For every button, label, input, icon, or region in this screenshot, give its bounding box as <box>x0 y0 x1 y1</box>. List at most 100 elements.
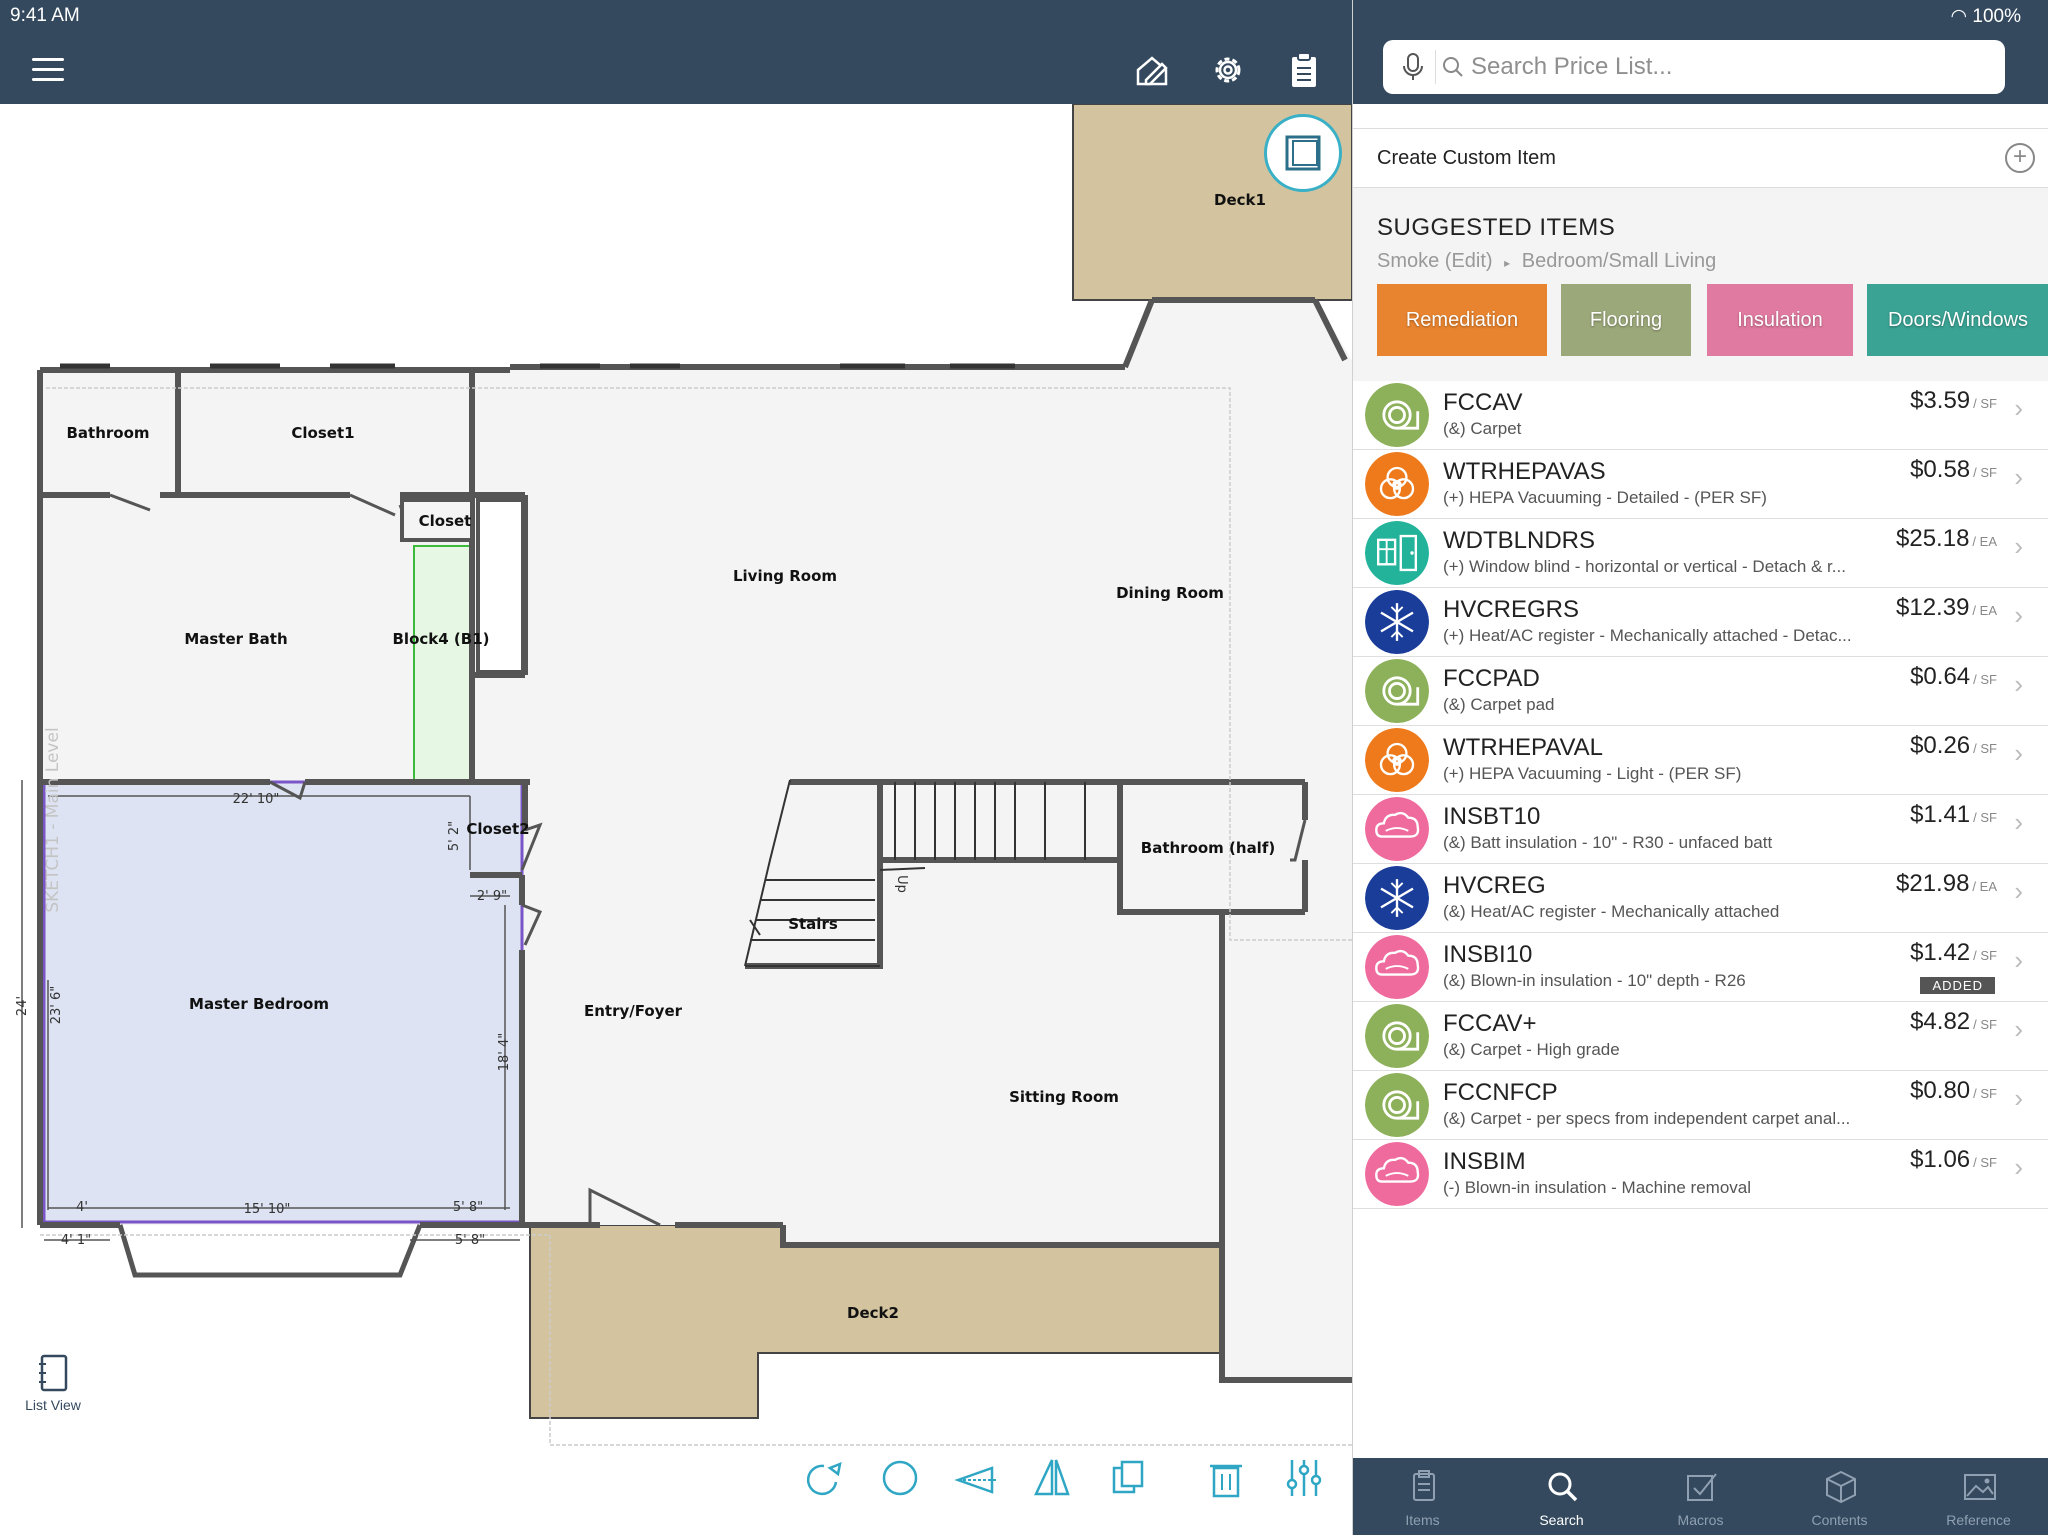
battery-status: ◠ 100% <box>1951 5 2021 28</box>
item-unit: SF <box>1980 1017 1997 1032</box>
compass-icon[interactable] <box>876 1454 924 1502</box>
dimension-label: 4' <box>76 1200 88 1215</box>
tab-search[interactable]: Search <box>1492 1458 1631 1535</box>
item-price: $12.39 <box>1896 594 1970 621</box>
tab-label: Items <box>1405 1512 1440 1528</box>
item-code: HVCREG <box>1443 872 1546 899</box>
item-unit: SF <box>1980 948 1997 963</box>
breadcrumb: Smoke (Edit) ▸ Bedroom/Small Living <box>1377 250 1716 273</box>
price-list-item-row[interactable]: WTRHEPAVAS (+) HEPA Vacuuming - Detailed … <box>1353 450 2048 519</box>
item-description: (&) Blown-in insulation - 10" depth - R2… <box>1443 971 1746 990</box>
search-box[interactable] <box>1383 40 2005 94</box>
price-list-item-row[interactable]: FCCPAD (&) Carpet pad $0.64/ SF › <box>1353 657 2048 726</box>
create-custom-item-row[interactable]: Create Custom Item + <box>1353 128 2048 188</box>
dimension-label: 15' 10" <box>244 1202 291 1217</box>
price-list-item-row[interactable]: INSBI10 (&) Blown-in insulation - 10" dep… <box>1353 933 2048 1002</box>
item-code: FCCAV <box>1443 389 1523 416</box>
block4-area[interactable] <box>413 545 471 781</box>
item-code: FCCPAD <box>1443 665 1540 692</box>
price-list-item-row[interactable]: HVCREGRS (+) Heat/AC register - Mechanica… <box>1353 588 2048 657</box>
microphone-icon[interactable] <box>1401 51 1425 83</box>
chevron-right-icon: › <box>2014 1014 2023 1044</box>
menu-icon[interactable] <box>32 58 64 82</box>
price-list-item-row[interactable]: HVCREG (&) Heat/AC register - Mechanicall… <box>1353 864 2048 933</box>
item-description: (&) Carpet - per specs from independent … <box>1443 1109 1851 1128</box>
category-tile-doors-windows[interactable]: Doors/Windows <box>1867 284 2048 356</box>
insulation-cloud-icon <box>1365 1142 1429 1206</box>
item-price: $0.58 <box>1910 456 1971 483</box>
biohazard-icon <box>1365 452 1429 516</box>
category-tile-insulation[interactable]: Insulation <box>1707 284 1853 356</box>
flip-horizontal-icon[interactable] <box>952 1454 1000 1502</box>
item-description: (+) HEPA Vacuuming - Detailed - (PER SF) <box>1443 488 1767 507</box>
item-description: (&) Carpet <box>1443 419 1522 438</box>
price-list-item-row[interactable]: INSBT10 (&) Batt insulation - 10" - R30 -… <box>1353 795 2048 864</box>
dimension-label: 24' <box>15 996 30 1016</box>
price-list-item-row[interactable]: FCCNFCP (&) Carpet - per specs from indep… <box>1353 1071 2048 1140</box>
clipboard-icon[interactable] <box>1284 50 1324 90</box>
copy-icon[interactable] <box>1104 1454 1152 1502</box>
list-view-label: List View <box>25 1397 81 1413</box>
room-label-living-room: Living Room <box>733 567 837 585</box>
carpet-icon <box>1365 659 1429 723</box>
edit-house-icon[interactable] <box>1132 50 1172 90</box>
list-view-button[interactable]: List View <box>18 1354 88 1413</box>
tab-macros[interactable]: Macros <box>1631 1458 1770 1535</box>
price-list-item-row[interactable]: WTRHEPAVAL (+) HEPA Vacuuming - Light - (… <box>1353 726 2048 795</box>
item-price: $1.06 <box>1910 1146 1971 1173</box>
rotate-icon[interactable] <box>800 1454 848 1502</box>
room-label-bathroom-half: Bathroom (half) <box>1141 839 1275 857</box>
item-price: $1.42 <box>1910 939 1971 966</box>
plus-icon[interactable]: + <box>2005 143 2035 173</box>
item-unit: SF <box>1980 672 1997 687</box>
price-list-item-row[interactable]: INSBIM (-) Blown-in insulation - Machine … <box>1353 1140 2048 1209</box>
price-list-item-row[interactable]: FCCAV+ (&) Carpet - High grade $4.82/ SF › <box>1353 1002 2048 1071</box>
price-list-item-row[interactable]: FCCAV (&) Carpet $3.59/ SF › <box>1353 381 2048 450</box>
category-tile-flooring[interactable]: Flooring <box>1561 284 1691 356</box>
chevron-right-icon: › <box>2014 738 2023 768</box>
room-label-deck1: Deck1 <box>1214 191 1266 209</box>
item-price-group: $25.18/ EA <box>1896 525 1997 552</box>
tab-reference[interactable]: Reference <box>1909 1458 2048 1535</box>
floor-view-button[interactable] <box>1264 114 1342 192</box>
item-unit: EA <box>1979 603 1997 618</box>
chevron-right-icon: › <box>2014 1152 2023 1182</box>
room-label-master-bedroom: Master Bedroom <box>189 995 329 1013</box>
tab-contents[interactable]: Contents <box>1770 1458 1909 1535</box>
item-price: $3.59 <box>1910 387 1971 414</box>
biohazard-icon <box>1365 728 1429 792</box>
chevron-right-icon: › <box>2014 462 2023 492</box>
item-price: $0.80 <box>1910 1077 1971 1104</box>
insulation-cloud-icon <box>1365 797 1429 861</box>
item-price: $0.26 <box>1910 732 1971 759</box>
category-tile-remediation[interactable]: Remediation <box>1377 284 1547 356</box>
dimension-label: 5' 2" <box>447 821 462 851</box>
tab-label: Contents <box>1811 1512 1868 1528</box>
carpet-icon <box>1365 1004 1429 1068</box>
floor-plan[interactable]: Deck1 Bathroom Closet1 Closet Living Roo… <box>0 104 1352 1535</box>
breadcrumb-item[interactable]: Smoke (Edit) <box>1377 250 1493 272</box>
trash-icon[interactable] <box>1202 1454 1250 1502</box>
sliders-icon[interactable] <box>1280 1454 1328 1502</box>
tab-items[interactable]: Items <box>1353 1458 1492 1535</box>
item-price: $1.41 <box>1910 801 1971 828</box>
chevron-right-icon: › <box>2014 807 2023 837</box>
search-input[interactable] <box>1471 40 1991 94</box>
tab-label: Reference <box>1946 1512 2011 1528</box>
item-description: (&) Batt insulation - 10" - R30 - unface… <box>1443 833 1773 852</box>
item-description: (&) Carpet pad <box>1443 695 1555 714</box>
room-label-block4: Block4 (B1) <box>393 630 490 648</box>
sketch-canvas[interactable]: Deck1 Bathroom Closet1 Closet Living Roo… <box>0 104 1352 1535</box>
item-unit: EA <box>1979 879 1997 894</box>
gear-icon[interactable] <box>1208 50 1248 90</box>
box-icon <box>1826 1470 1856 1504</box>
chevron-right-icon: › <box>2014 876 2023 906</box>
item-unit: SF <box>1980 1086 1997 1101</box>
item-description: (+) Window blind - horizontal or vertica… <box>1443 557 1846 576</box>
price-list-item-row[interactable]: WDTBLNDRS (+) Window blind - horizontal o… <box>1353 519 2048 588</box>
room-label-bathroom: Bathroom <box>66 424 149 442</box>
flip-vertical-icon[interactable] <box>1028 1454 1076 1502</box>
battery-label: 100% <box>1972 6 2021 27</box>
level-label: SKETCH1 - Main Level <box>43 727 63 912</box>
breadcrumb-item[interactable]: Bedroom/Small Living <box>1522 250 1717 272</box>
